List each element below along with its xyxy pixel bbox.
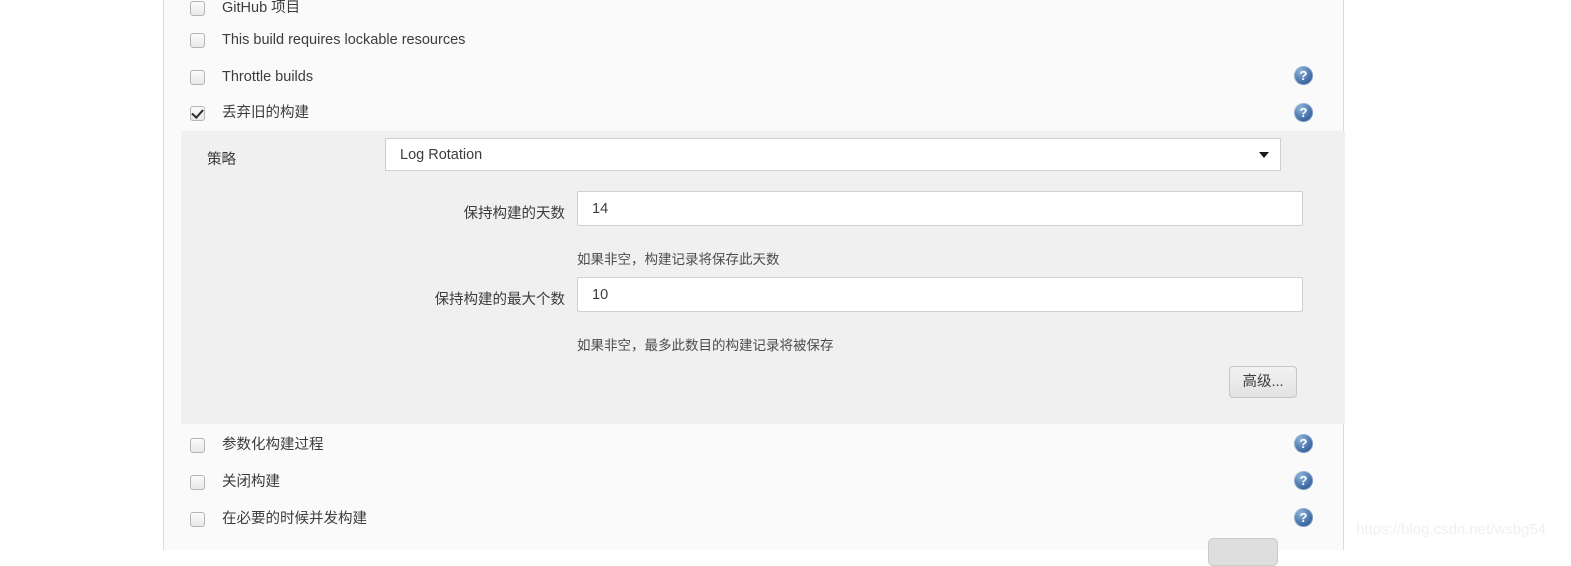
max-builds-help: 如果非空，最多此数目的构建记录将被保存 bbox=[577, 338, 834, 353]
checkbox-row-throttle-builds[interactable]: Throttle builds bbox=[164, 59, 1345, 96]
checkbox-label-disable-build[interactable]: 关闭构建 bbox=[222, 475, 280, 490]
jenkins-config-page: GitHub 项目 This build requires lockable r… bbox=[0, 0, 1571, 566]
strategy-label: 策略 bbox=[207, 152, 236, 168]
help-icon-parameterized-build[interactable] bbox=[1294, 434, 1313, 453]
watermark: https://blog.csdn.net/wsbg54 bbox=[1356, 521, 1547, 538]
checkbox-row-disable-build[interactable]: 关闭构建 bbox=[164, 464, 1345, 501]
checkbox-row-parameterized-build[interactable]: 参数化构建过程 bbox=[164, 427, 1345, 464]
chevron-down-icon bbox=[1259, 151, 1269, 158]
strategy-select[interactable]: Log Rotation bbox=[385, 138, 1281, 171]
checkbox-disable-build[interactable] bbox=[190, 475, 205, 490]
checkbox-discard-old-builds[interactable] bbox=[190, 106, 205, 121]
partially-visible-bottom-button[interactable] bbox=[1208, 538, 1278, 566]
help-icon-concurrent-build[interactable] bbox=[1294, 508, 1313, 527]
checkbox-parameterized-build[interactable] bbox=[190, 438, 205, 453]
checkbox-throttle-builds[interactable] bbox=[190, 70, 205, 85]
help-icon-throttle-builds[interactable] bbox=[1294, 66, 1313, 85]
checkbox-label-lockable-resources[interactable]: This build requires lockable resources bbox=[222, 33, 465, 48]
strategy-select-value: Log Rotation bbox=[400, 146, 483, 163]
help-icon-disable-build[interactable] bbox=[1294, 471, 1313, 490]
config-form-column: GitHub 项目 This build requires lockable r… bbox=[163, 0, 1345, 550]
help-icon-discard-old-builds[interactable] bbox=[1294, 103, 1313, 122]
checkbox-lockable-resources[interactable] bbox=[190, 33, 205, 48]
days-to-keep-label: 保持构建的天数 bbox=[463, 206, 566, 222]
checkbox-row-lockable-resources[interactable]: This build requires lockable resources bbox=[164, 22, 1345, 59]
max-builds-input[interactable] bbox=[577, 277, 1303, 312]
max-builds-label: 保持构建的最大个数 bbox=[434, 292, 566, 308]
days-to-keep-help: 如果非空，构建记录将保存此天数 bbox=[577, 252, 780, 267]
checkbox-label-github-project[interactable]: GitHub 项目 bbox=[222, 1, 300, 16]
left-gutter bbox=[0, 0, 163, 550]
right-gutter bbox=[1345, 0, 1571, 550]
checkbox-concurrent-build[interactable] bbox=[190, 512, 205, 527]
checkbox-label-throttle-builds[interactable]: Throttle builds bbox=[222, 70, 313, 85]
checkbox-row-concurrent-build[interactable]: 在必要的时候并发构建 bbox=[164, 501, 1345, 538]
checkbox-row-discard-old-builds[interactable]: 丢弃旧的构建 bbox=[164, 95, 1345, 132]
checkbox-label-parameterized-build[interactable]: 参数化构建过程 bbox=[222, 438, 324, 453]
discard-builds-panel: 策略 Log Rotation 保持构建的天数 如果非空，构建记录将保存此天数 … bbox=[181, 131, 1345, 424]
checkbox-github-project[interactable] bbox=[190, 1, 205, 16]
checkbox-label-concurrent-build[interactable]: 在必要的时候并发构建 bbox=[222, 512, 367, 527]
days-to-keep-input[interactable] bbox=[577, 191, 1303, 226]
advanced-button[interactable]: 高级... bbox=[1229, 366, 1297, 398]
checkbox-label-discard-old-builds[interactable]: 丢弃旧的构建 bbox=[222, 106, 309, 121]
